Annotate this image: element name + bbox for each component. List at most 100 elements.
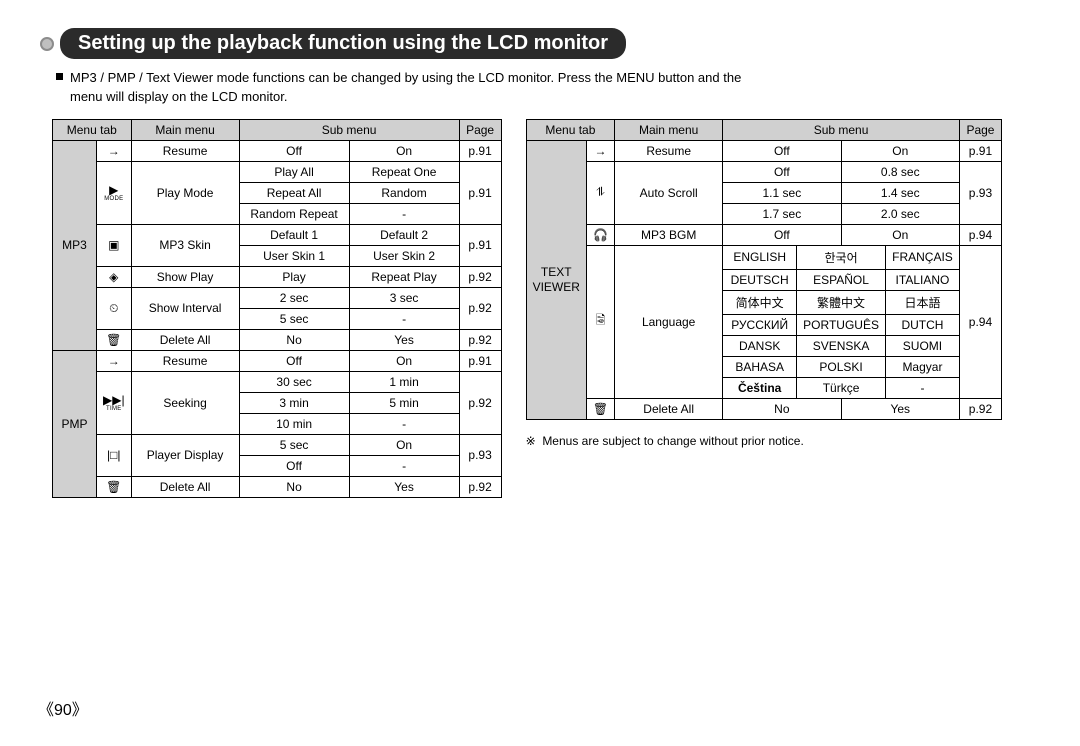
lang-cell: SUOMI xyxy=(885,335,959,356)
intro-paragraph: MP3 / PMP / Text Viewer mode functions c… xyxy=(70,69,760,107)
th-mainmenu: Main menu xyxy=(615,119,723,140)
trash-icon: 🗑 xyxy=(97,476,132,497)
lang-cell: РУССКИЙ xyxy=(723,314,797,335)
cell: Off xyxy=(239,350,349,371)
lang-cell: 简体中文 xyxy=(723,290,797,314)
lang-cell: DANSK xyxy=(723,335,797,356)
lang-cell: - xyxy=(885,377,959,398)
cell: 5 sec xyxy=(239,308,349,329)
headphone-icon: 🎧 xyxy=(586,224,614,245)
th-submenu: Sub menu xyxy=(723,119,960,140)
cell: No xyxy=(723,398,841,419)
page-ref: p.91 xyxy=(459,350,501,371)
cell: - xyxy=(349,203,459,224)
skin-icon: ▣ xyxy=(97,224,132,266)
notice-symbol-icon: ※ xyxy=(526,434,536,448)
cell: On xyxy=(349,434,459,455)
cell: 1.7 sec xyxy=(723,203,841,224)
page-ref: p.92 xyxy=(459,287,501,329)
page-ref: p.94 xyxy=(959,245,1001,398)
main-mp3bgm: MP3 BGM xyxy=(615,224,723,245)
lang-cell: Čeština xyxy=(723,377,797,398)
right-menu-table: Menu tab Main menu Sub menu Page TEXTVIE… xyxy=(526,119,1002,420)
lang-cell: 繁體中文 xyxy=(797,290,886,314)
main-resume: Resume xyxy=(131,350,239,371)
page-title: Setting up the playback function using t… xyxy=(60,28,626,59)
cell: On xyxy=(349,350,459,371)
play-mode-icon: ▶MODE xyxy=(97,161,132,224)
th-menutab: Menu tab xyxy=(526,119,615,140)
lang-cell: ESPAÑOL xyxy=(797,269,886,290)
cell: - xyxy=(349,455,459,476)
cell: 3 sec xyxy=(349,287,459,308)
cell: Repeat All xyxy=(239,182,349,203)
main-showinterval: Show Interval xyxy=(131,287,239,329)
cell: 10 min xyxy=(239,413,349,434)
language-icon: 🗟 xyxy=(586,245,614,398)
cell: 0.8 sec xyxy=(841,161,959,182)
title-bullet-icon xyxy=(40,37,54,51)
th-submenu: Sub menu xyxy=(239,119,459,140)
notice-text: Menus are subject to change without prio… xyxy=(542,434,803,448)
main-autoscroll: Auto Scroll xyxy=(615,161,723,224)
cell: 5 sec xyxy=(239,434,349,455)
page-ref: p.91 xyxy=(459,140,501,161)
cell: On xyxy=(841,140,959,161)
section-textviewer: TEXTVIEWER xyxy=(526,140,586,419)
cell: Repeat Play xyxy=(349,266,459,287)
page-ref: p.93 xyxy=(959,161,1001,224)
page-ref: p.94 xyxy=(959,224,1001,245)
left-menu-table: Menu tab Main menu Sub menu Page MP3 → R… xyxy=(52,119,502,498)
main-language: Language xyxy=(615,245,723,398)
lang-cell: 日本語 xyxy=(885,290,959,314)
th-menutab: Menu tab xyxy=(53,119,132,140)
lang-cell: BAHASA xyxy=(723,356,797,377)
main-showplay: Show Play xyxy=(131,266,239,287)
cell: On xyxy=(349,140,459,161)
cell: User Skin 2 xyxy=(349,245,459,266)
cell: Yes xyxy=(349,329,459,350)
lang-cell: ITALIANO xyxy=(885,269,959,290)
lang-cell: 한국어 xyxy=(797,245,886,269)
show-icon: ◈ xyxy=(97,266,132,287)
main-playmode: Play Mode xyxy=(131,161,239,224)
page-ref: p.92 xyxy=(459,329,501,350)
main-resume: Resume xyxy=(615,140,723,161)
cell: Default 2 xyxy=(349,224,459,245)
main-resume: Resume xyxy=(131,140,239,161)
main-playerdisplay: Player Display xyxy=(131,434,239,476)
cell: 2 sec xyxy=(239,287,349,308)
page-ref: p.91 xyxy=(459,161,501,224)
cell: Yes xyxy=(349,476,459,497)
th-page: Page xyxy=(459,119,501,140)
intro-text: MP3 / PMP / Text Viewer mode functions c… xyxy=(70,70,741,104)
lang-cell: Türkçe xyxy=(797,377,886,398)
th-page: Page xyxy=(959,119,1001,140)
lang-cell: DUTCH xyxy=(885,314,959,335)
lang-cell: DEUTSCH xyxy=(723,269,797,290)
cell: Off xyxy=(239,140,349,161)
section-pmp: PMP xyxy=(53,350,97,497)
main-mp3skin: MP3 Skin xyxy=(131,224,239,266)
lang-cell: PORTUGUÊS xyxy=(797,314,886,335)
paragraph-bullet-icon xyxy=(56,73,63,80)
trash-icon: 🗑 xyxy=(97,329,132,350)
arrow-right-icon: → xyxy=(97,350,132,371)
cell: Play xyxy=(239,266,349,287)
cell: Default 1 xyxy=(239,224,349,245)
cell: 1 min xyxy=(349,371,459,392)
main-deleteall: Delete All xyxy=(131,329,239,350)
lang-cell: ENGLISH xyxy=(723,245,797,269)
section-mp3: MP3 xyxy=(53,140,97,350)
cell: Off xyxy=(723,161,841,182)
arrow-right-icon: → xyxy=(97,140,132,161)
arrow-right-icon: → xyxy=(586,140,614,161)
trash-icon: 🗑 xyxy=(586,398,614,419)
cell: 1.4 sec xyxy=(841,182,959,203)
page-ref: p.92 xyxy=(459,266,501,287)
page-ref: p.93 xyxy=(459,434,501,476)
cell: User Skin 1 xyxy=(239,245,349,266)
scroll-icon: ⥮ xyxy=(586,161,614,224)
cell: 1.1 sec xyxy=(723,182,841,203)
cell: Random xyxy=(349,182,459,203)
